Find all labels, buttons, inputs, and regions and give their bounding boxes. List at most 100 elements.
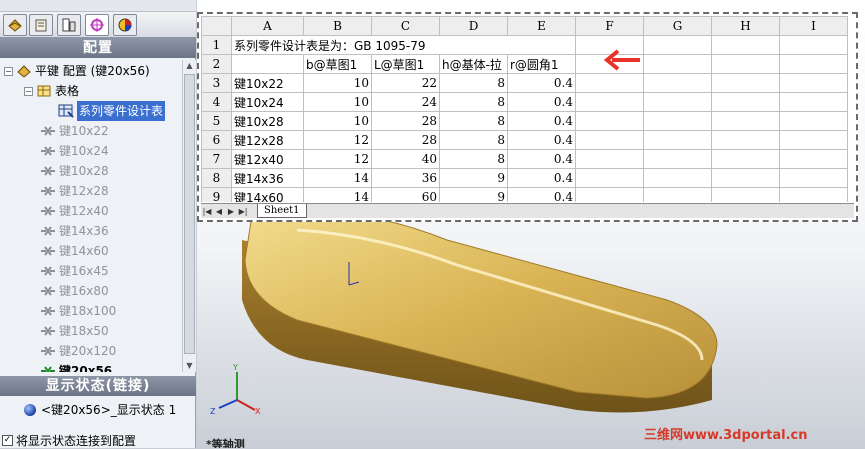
sheet-cell[interactable]: 8 [439, 130, 508, 150]
sheet-cell-empty[interactable] [711, 130, 780, 150]
sheet-cell-empty[interactable] [711, 73, 780, 93]
last-sheet-button[interactable]: ▶| [237, 207, 249, 216]
link-display-state-checkbox[interactable]: ✓ [2, 435, 13, 446]
column-header[interactable]: E [507, 16, 576, 36]
display-manager-tab[interactable] [113, 14, 137, 36]
sheet-cell-empty[interactable] [711, 187, 780, 202]
sheet-cell[interactable]: r@圆角1 [507, 54, 576, 74]
configuration-manager-tab[interactable] [57, 14, 81, 36]
sheet-cell-empty[interactable] [711, 35, 780, 55]
sheet-cell[interactable]: b@草图1 [303, 54, 372, 74]
sheet-tab[interactable]: Sheet1 [257, 204, 307, 218]
tree-design-table[interactable]: 系列零件设计表 [58, 101, 166, 121]
config-item[interactable]: 键14x60 [40, 241, 109, 261]
sheet-cell-empty[interactable] [779, 130, 848, 150]
sheet-cell-empty[interactable] [643, 149, 712, 169]
first-sheet-button[interactable]: |◀ [201, 207, 213, 216]
sheet-cell-empty[interactable] [643, 130, 712, 150]
sheet-cell-empty[interactable] [643, 73, 712, 93]
sheet-cell[interactable]: 0.4 [507, 149, 576, 169]
config-item[interactable]: 键12x40 [40, 201, 109, 221]
sheet-cell[interactable]: 60 [371, 187, 440, 202]
sheet-cell-empty[interactable] [643, 54, 712, 74]
scroll-down-arrow[interactable]: ▼ [184, 360, 195, 372]
sheet-cell-empty[interactable] [575, 73, 644, 93]
sheet-cell[interactable]: 14 [303, 187, 372, 202]
column-header[interactable]: A [231, 16, 304, 36]
column-header[interactable]: I [779, 16, 848, 36]
sheet-cell[interactable]: 36 [371, 168, 440, 188]
sheet-cell[interactable]: 12 [303, 130, 372, 150]
row-header[interactable]: 2 [201, 54, 232, 74]
sheet-cell-empty[interactable] [779, 187, 848, 202]
tree-root[interactable]: − 平键 配置 (键20x56) [4, 61, 150, 81]
sheet-cell[interactable]: 键10x22 [231, 73, 304, 93]
sheet-cell-empty[interactable] [711, 168, 780, 188]
sheet-cell[interactable]: 24 [371, 92, 440, 112]
sheet-cell[interactable]: h@基体-拉 [439, 54, 508, 74]
scroll-up-arrow[interactable]: ▲ [184, 60, 195, 72]
sheet-cell-empty[interactable] [643, 168, 712, 188]
sheet-cell[interactable]: 8 [439, 111, 508, 131]
sheet-cell[interactable]: 0.4 [507, 168, 576, 188]
panel-top-scrollbar[interactable] [0, 0, 196, 12]
sheet-cell-empty[interactable] [643, 35, 712, 55]
sheet-cell-empty[interactable] [575, 130, 644, 150]
column-header[interactable]: G [643, 16, 712, 36]
row-header[interactable]: 6 [201, 130, 232, 150]
sheet-cell[interactable]: 0.4 [507, 130, 576, 150]
sheet-cell[interactable]: 0.4 [507, 187, 576, 202]
sheet-cell-empty[interactable] [643, 187, 712, 202]
sheet-cell[interactable]: 10 [303, 73, 372, 93]
config-item[interactable]: 键16x80 [40, 281, 109, 301]
link-display-state-option[interactable]: ✓ 将显示状态连接到配置 [2, 432, 136, 449]
tree-tables-folder[interactable]: − 表格 [24, 81, 79, 101]
sheet-cell[interactable]: 键14x36 [231, 168, 304, 188]
column-header[interactable]: H [711, 16, 780, 36]
sheet-cell[interactable]: 键12x40 [231, 149, 304, 169]
sheet-cell[interactable]: 12 [303, 149, 372, 169]
sheet-cell[interactable]: 10 [303, 111, 372, 131]
config-item[interactable]: 键10x28 [40, 161, 109, 181]
feature-manager-tab[interactable] [3, 14, 27, 36]
sheet-cell-empty[interactable] [575, 187, 644, 202]
sheet-cell-empty[interactable] [779, 149, 848, 169]
sheet-cell-empty[interactable] [779, 168, 848, 188]
sheet-cell-empty[interactable] [779, 54, 848, 74]
sheet-cell[interactable]: 8 [439, 149, 508, 169]
sheet-cell[interactable]: 键14x60 [231, 187, 304, 202]
sheet-cell[interactable]: 40 [371, 149, 440, 169]
sheet-cell[interactable]: 系列零件设计表是为：GB 1095-79 [231, 35, 576, 55]
row-header[interactable]: 7 [201, 149, 232, 169]
row-header[interactable]: 8 [201, 168, 232, 188]
sheet-cell[interactable]: 10 [303, 92, 372, 112]
config-item[interactable]: 键14x36 [40, 221, 109, 241]
column-header[interactable]: C [371, 16, 440, 36]
sheet-cell-empty[interactable] [779, 111, 848, 131]
config-item[interactable]: 键10x24 [40, 141, 109, 161]
row-header[interactable]: 4 [201, 92, 232, 112]
sheet-cell[interactable]: 0.4 [507, 73, 576, 93]
config-item[interactable]: 键20x56 [40, 361, 112, 372]
sheet-cell[interactable]: 14 [303, 168, 372, 188]
config-item[interactable]: 键12x28 [40, 181, 109, 201]
sheet-cell-empty[interactable] [643, 111, 712, 131]
config-item[interactable]: 键16x45 [40, 261, 109, 281]
sheet-cell-empty[interactable] [575, 92, 644, 112]
sheet-cell-empty[interactable] [779, 73, 848, 93]
sheet-cell-empty[interactable] [575, 111, 644, 131]
config-item[interactable]: 键18x50 [40, 321, 109, 341]
sheet-cell-empty[interactable] [575, 168, 644, 188]
sheet-cell-empty[interactable] [643, 92, 712, 112]
sheet-cell-empty[interactable] [575, 149, 644, 169]
sheet-cell[interactable]: 键10x28 [231, 111, 304, 131]
sheet-cell-empty[interactable] [779, 92, 848, 112]
next-sheet-button[interactable]: ▶ [225, 207, 237, 216]
sheet-cell[interactable]: 键10x24 [231, 92, 304, 112]
corner-cell[interactable] [201, 16, 232, 36]
sheet-cell[interactable]: 8 [439, 73, 508, 93]
sheet-cell[interactable]: 9 [439, 187, 508, 202]
property-manager-tab[interactable] [29, 14, 53, 36]
config-item[interactable]: 键20x120 [40, 341, 116, 361]
sheet-cell-empty[interactable] [711, 92, 780, 112]
